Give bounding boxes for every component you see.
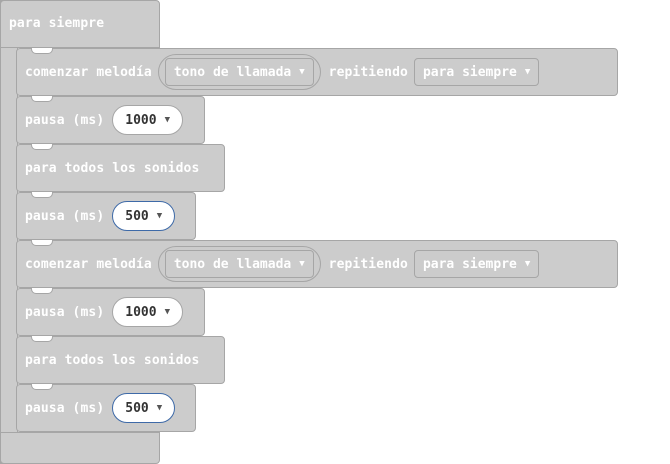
block-notch: [31, 96, 53, 102]
pause-duration-dropdown[interactable]: 1000 ▼: [112, 105, 184, 135]
melody-field: tono de llamada ▼: [157, 54, 321, 90]
pause-label: pausa (ms): [25, 400, 105, 416]
pause-duration-value: 1000: [125, 304, 157, 320]
pause-label: pausa (ms): [25, 304, 105, 320]
repeat-label: repitiendo: [328, 256, 408, 272]
pause-block[interactable]: pausa (ms) 1000 ▼: [16, 96, 205, 144]
pause-duration-value: 1000: [125, 112, 157, 128]
triangle-down-icon: ▼: [164, 115, 171, 125]
block-notch: [31, 192, 53, 198]
triangle-down-icon: ▼: [156, 403, 163, 413]
forever-label: para siempre: [9, 16, 105, 31]
start-melody-label: comenzar melodía: [25, 256, 152, 272]
stop-all-sounds-label: para todos los sonidos: [25, 160, 200, 176]
melody-value: tono de llamada: [173, 64, 292, 80]
block-notch: [31, 336, 53, 342]
block-notch: [31, 48, 53, 54]
start-melody-block[interactable]: comenzar melodía tono de llamada ▼ repit…: [16, 240, 618, 288]
triangle-down-icon: ▼: [524, 259, 531, 269]
pause-label: pausa (ms): [25, 112, 105, 128]
stop-all-sounds-block[interactable]: para todos los sonidos: [16, 336, 225, 384]
stop-all-sounds-label: para todos los sonidos: [25, 352, 200, 368]
stop-all-sounds-block[interactable]: para todos los sonidos: [16, 144, 225, 192]
pause-duration-dropdown[interactable]: 1000 ▼: [112, 297, 184, 327]
forever-block[interactable]: para siempre: [0, 0, 160, 48]
start-melody-label: comenzar melodía: [25, 64, 152, 80]
melody-field: tono de llamada ▼: [157, 246, 321, 282]
block-notch: [31, 144, 53, 150]
block-notch: [31, 288, 53, 294]
repeat-dropdown[interactable]: para siempre ▼: [413, 58, 540, 86]
repeat-value: para siempre: [422, 256, 517, 272]
melody-value: tono de llamada: [173, 256, 292, 272]
blocks-workspace: para siempre comenzar melodía tono de ll…: [0, 0, 670, 464]
pause-duration-dropdown[interactable]: 500 ▼: [112, 393, 176, 423]
repeat-value: para siempre: [422, 64, 517, 80]
triangle-down-icon: ▼: [299, 259, 305, 269]
triangle-down-icon: ▼: [156, 211, 163, 221]
repeat-label: repitiendo: [328, 64, 408, 80]
pause-duration-value: 500: [125, 400, 149, 416]
block-notch: [31, 384, 53, 390]
forever-block-bottom[interactable]: [0, 432, 160, 464]
start-melody-block[interactable]: comenzar melodía tono de llamada ▼ repit…: [16, 48, 618, 96]
triangle-down-icon: ▼: [524, 67, 531, 77]
triangle-down-icon: ▼: [164, 307, 171, 317]
pause-block[interactable]: pausa (ms) 500 ▼: [16, 384, 196, 432]
pause-block[interactable]: pausa (ms) 1000 ▼: [16, 288, 205, 336]
pause-label: pausa (ms): [25, 208, 105, 224]
triangle-down-icon: ▼: [299, 67, 305, 77]
pause-duration-dropdown[interactable]: 500 ▼: [112, 201, 176, 231]
repeat-dropdown[interactable]: para siempre ▼: [413, 250, 540, 278]
block-notch: [31, 240, 53, 246]
melody-dropdown[interactable]: tono de llamada ▼: [164, 250, 314, 278]
melody-dropdown[interactable]: tono de llamada ▼: [164, 58, 314, 86]
pause-duration-value: 500: [125, 208, 149, 224]
pause-block[interactable]: pausa (ms) 500 ▼: [16, 192, 196, 240]
